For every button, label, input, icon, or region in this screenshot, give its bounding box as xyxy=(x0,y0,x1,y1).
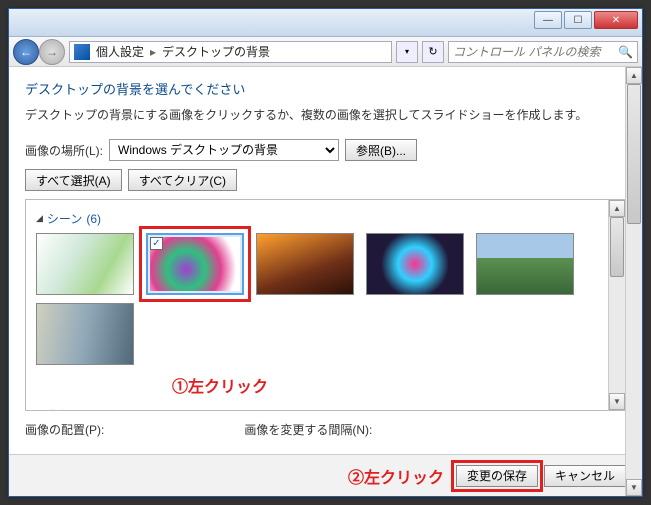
group-header-nature[interactable]: ◢ 自然 (6) xyxy=(36,407,598,410)
wallpaper-thumb[interactable] xyxy=(476,233,574,295)
wallpaper-thumb-selected[interactable]: ✓ xyxy=(146,233,244,295)
browse-button[interactable]: 参照(B)... xyxy=(345,139,417,161)
window-buttons: — ☐ ✕ xyxy=(534,9,642,36)
wallpaper-thumb[interactable] xyxy=(366,233,464,295)
thumbnail-list: ◢ シーン (6) ✓ ①左クリック xyxy=(25,199,626,411)
clear-all-button[interactable]: すべてクリア(C) xyxy=(128,169,237,191)
search-input[interactable] xyxy=(453,45,618,59)
group-name: 自然 xyxy=(47,407,71,410)
forward-button[interactable]: → xyxy=(39,39,65,65)
thumb-row xyxy=(36,303,598,365)
breadcrumb-item[interactable]: 個人設定 xyxy=(96,43,144,60)
scroll-track[interactable] xyxy=(626,84,642,479)
search-box[interactable]: 🔍 xyxy=(448,41,638,63)
nav-buttons: ← → xyxy=(13,39,65,65)
maximize-button[interactable]: ☐ xyxy=(564,11,592,29)
save-changes-button[interactable]: 変更の保存 xyxy=(456,465,538,487)
address-dropdown-button[interactable]: ▾ xyxy=(396,41,418,63)
wallpaper-thumb[interactable] xyxy=(36,233,134,295)
location-label: 画像の場所(L): xyxy=(25,142,103,159)
scroll-up-button[interactable]: ▲ xyxy=(626,67,642,84)
position-label: 画像の配置(P): xyxy=(25,421,104,438)
address-icon xyxy=(74,44,90,60)
group-header-scene[interactable]: ◢ シーン (6) xyxy=(36,210,598,227)
checkbox-checked-icon[interactable]: ✓ xyxy=(150,237,163,250)
chevron-right-icon: ▸ xyxy=(150,45,156,59)
nav-bar: ← → 個人設定 ▸ デスクトップの背景 ▾ ↻ 🔍 xyxy=(9,37,642,67)
personalization-window: — ☐ ✕ ← → 個人設定 ▸ デスクトップの背景 ▾ ↻ 🔍 デスクトップの… xyxy=(8,8,643,497)
titlebar: — ☐ ✕ xyxy=(9,9,642,37)
location-row: 画像の場所(L): Windows デスクトップの背景 参照(B)... xyxy=(25,139,626,161)
group-count: (6) xyxy=(75,409,90,411)
minimize-button[interactable]: — xyxy=(534,11,562,29)
wallpaper-thumb[interactable] xyxy=(256,233,354,295)
scroll-thumb[interactable] xyxy=(610,217,624,277)
scroll-down-button[interactable]: ▼ xyxy=(609,393,625,410)
back-button[interactable]: ← xyxy=(13,39,39,65)
group-name: シーン xyxy=(47,210,82,227)
interval-label: 画像を変更する間隔(N): xyxy=(244,421,372,438)
scroll-thumb[interactable] xyxy=(627,84,641,224)
scroll-track[interactable] xyxy=(609,217,625,393)
wallpaper-thumb[interactable] xyxy=(36,303,134,365)
thumb-row: ✓ xyxy=(36,233,598,295)
address-bar[interactable]: 個人設定 ▸ デスクトップの背景 xyxy=(69,41,392,63)
close-button[interactable]: ✕ xyxy=(594,11,638,29)
cancel-button[interactable]: キャンセル xyxy=(544,465,626,487)
thumbnail-scroll-content: ◢ シーン (6) ✓ ①左クリック xyxy=(26,200,608,410)
page-heading: デスクトップの背景を選んでください xyxy=(25,79,626,98)
page-description: デスクトップの背景にする画像をクリックするか、複数の画像を選択してスライドショー… xyxy=(25,106,626,123)
footer-bar: ②左クリック 変更の保存 キャンセル xyxy=(9,454,642,496)
search-icon: 🔍 xyxy=(618,45,633,59)
inner-scrollbar[interactable]: ▲ ▼ xyxy=(608,200,625,410)
group-count: (6) xyxy=(86,212,101,226)
content-area: デスクトップの背景を選んでください デスクトップの背景にする画像をクリックするか… xyxy=(9,67,642,438)
bottom-labels-row: 画像の配置(P): 画像を変更する間隔(N): xyxy=(25,421,626,438)
location-select[interactable]: Windows デスクトップの背景 xyxy=(109,139,339,161)
collapse-icon: ◢ xyxy=(36,213,43,224)
breadcrumb-item[interactable]: デスクトップの背景 xyxy=(162,43,270,60)
titlebar-spacer xyxy=(9,9,534,36)
scroll-down-button[interactable]: ▼ xyxy=(626,479,642,496)
select-all-button[interactable]: すべて選択(A) xyxy=(25,169,122,191)
refresh-button[interactable]: ↻ xyxy=(422,41,444,63)
annotation-step2: ②左クリック xyxy=(348,464,444,488)
scroll-up-button[interactable]: ▲ xyxy=(609,200,625,217)
select-toolbar: すべて選択(A) すべてクリア(C) xyxy=(25,169,626,191)
annotation-step1: ①左クリック xyxy=(172,373,598,397)
outer-scrollbar[interactable]: ▲ ▼ xyxy=(625,67,642,496)
